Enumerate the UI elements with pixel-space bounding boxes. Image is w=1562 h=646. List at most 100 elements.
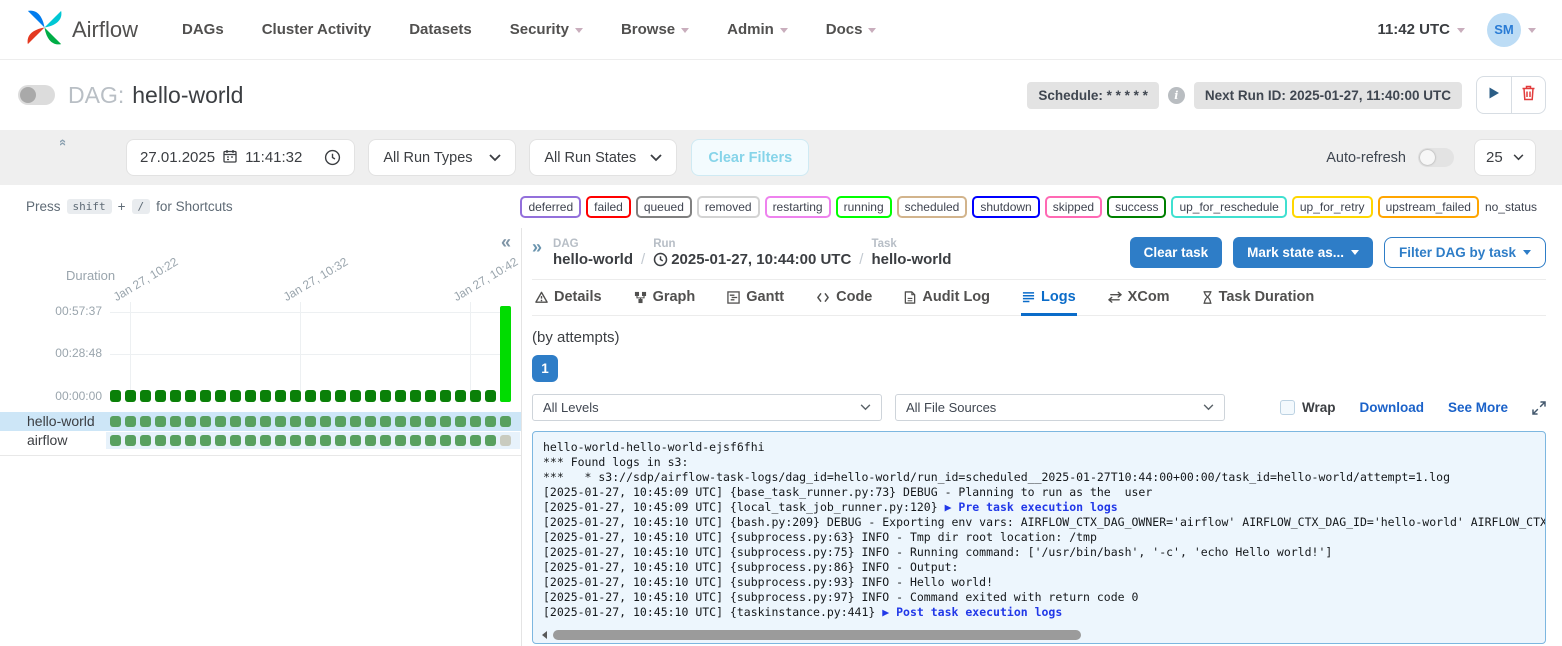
run-chip-success[interactable] (365, 390, 376, 402)
run-chip-success[interactable] (140, 390, 151, 402)
nav-item-dags[interactable]: DAGs (182, 21, 224, 38)
run-chip-success[interactable] (470, 390, 481, 402)
run-chip-success[interactable] (410, 390, 421, 402)
task-chip-success[interactable] (185, 416, 196, 427)
download-link[interactable]: Download (1359, 400, 1424, 415)
crumb-task[interactable]: Task hello-world (871, 238, 951, 268)
run-chip-success[interactable] (380, 390, 391, 402)
task-chip-success[interactable] (275, 416, 286, 427)
task-chip-success[interactable] (410, 435, 421, 446)
see-more-link[interactable]: See More (1448, 400, 1508, 415)
crumb-dag[interactable]: DAG hello-world (553, 238, 633, 268)
run-chip-success[interactable] (350, 390, 361, 402)
log-output[interactable]: hello-world-hello-world-ejsf6fhi*** Foun… (532, 431, 1546, 644)
clear-task-button[interactable]: Clear task (1130, 237, 1223, 268)
run-chip-success[interactable] (185, 390, 196, 402)
run-chip-success[interactable] (440, 390, 451, 402)
state-badge-running[interactable]: running (836, 196, 892, 218)
task-chip-success[interactable] (245, 435, 256, 446)
task-chip-success[interactable] (230, 416, 241, 427)
run-chip-success[interactable] (245, 390, 256, 402)
run-chip-success[interactable] (395, 390, 406, 402)
state-badge-scheduled[interactable]: scheduled (897, 196, 968, 218)
mark-state-button[interactable]: Mark state as... (1233, 237, 1373, 268)
tab-audit-log[interactable]: Audit Log (903, 280, 991, 316)
tab-code[interactable]: Code (815, 280, 873, 316)
fullscreen-icon[interactable] (1532, 401, 1546, 415)
task-chip-success[interactable] (350, 416, 361, 427)
auto-refresh-toggle[interactable] (1418, 148, 1454, 167)
scrollbar-thumb[interactable] (553, 630, 1081, 640)
run-states-select[interactable]: All Run States (529, 139, 677, 176)
task-chip-success[interactable] (380, 435, 391, 446)
state-badge-deferred[interactable]: deferred (520, 196, 581, 218)
page-size-select[interactable]: 25 (1474, 139, 1536, 176)
task-chip-success[interactable] (230, 435, 241, 446)
task-chip-success[interactable] (110, 435, 121, 446)
state-badge-restarting[interactable]: restarting (765, 196, 831, 218)
base-date-picker[interactable]: 27.01.2025 11:41:32 (126, 139, 355, 176)
info-icon[interactable]: i (1168, 87, 1185, 104)
task-chip-success[interactable] (245, 416, 256, 427)
tab-gantt[interactable]: Gantt (726, 280, 785, 316)
run-chip-success[interactable] (200, 390, 211, 402)
task-chip-success[interactable] (290, 435, 301, 446)
crumb-run[interactable]: Run 2025-01-27, 10:44:00 UTC (653, 238, 851, 268)
task-chip-success[interactable] (155, 416, 166, 427)
task-chip-success[interactable] (410, 416, 421, 427)
filter-dag-by-task-button[interactable]: Filter DAG by task (1384, 237, 1546, 268)
state-badge-upstream-failed[interactable]: upstream_failed (1378, 196, 1479, 218)
run-chip-success[interactable] (110, 390, 121, 402)
run-chip-success[interactable] (155, 390, 166, 402)
task-chip-success[interactable] (170, 435, 181, 446)
task-chip-success[interactable] (470, 416, 481, 427)
run-chip-success[interactable] (320, 390, 331, 402)
run-chip-success[interactable] (260, 390, 271, 402)
tab-logs[interactable]: Logs (1021, 280, 1077, 316)
task-chip-success[interactable] (140, 416, 151, 427)
run-chip-success[interactable] (275, 390, 286, 402)
collapse-filters-icon[interactable]: « (56, 139, 71, 146)
task-chip-success[interactable] (140, 435, 151, 446)
state-badge-failed[interactable]: failed (586, 196, 631, 218)
state-badge-up-for-reschedule[interactable]: up_for_reschedule (1171, 196, 1286, 218)
task-chip-success[interactable] (260, 435, 271, 446)
trigger-dag-button[interactable] (1477, 77, 1511, 113)
state-badge-removed[interactable]: removed (697, 196, 760, 218)
task-chip-success[interactable] (395, 435, 406, 446)
task-chip-success[interactable] (215, 435, 226, 446)
scroll-left-arrow[interactable] (538, 631, 547, 639)
state-badge-success[interactable]: success (1107, 196, 1166, 218)
running-duration-bar[interactable] (500, 306, 511, 402)
grid-row-hello-world[interactable]: hello-world (0, 412, 521, 431)
tab-task-duration[interactable]: Task Duration (1201, 280, 1316, 316)
tab-graph[interactable]: Graph (633, 280, 697, 316)
nav-item-security[interactable]: Security (510, 21, 583, 38)
task-chip-success[interactable] (320, 416, 331, 427)
task-chip-success[interactable] (365, 416, 376, 427)
nav-item-admin[interactable]: Admin (727, 21, 788, 38)
task-chip-no_status[interactable] (500, 435, 511, 446)
run-chip-success[interactable] (425, 390, 436, 402)
file-sources-select[interactable]: All File Sources (895, 394, 1225, 421)
clear-filters-button[interactable]: Clear Filters (691, 139, 809, 176)
task-chip-success[interactable] (440, 435, 451, 446)
grid-row-airflow[interactable]: airflow (0, 431, 521, 450)
task-chip-success[interactable] (455, 416, 466, 427)
task-chip-success[interactable] (335, 416, 346, 427)
run-chip-success[interactable] (125, 390, 136, 402)
task-chip-success[interactable] (125, 435, 136, 446)
task-chip-success[interactable] (260, 416, 271, 427)
log-group-link[interactable]: ▶ Post task execution logs (882, 605, 1062, 619)
run-chip-success[interactable] (290, 390, 301, 402)
log-levels-select[interactable]: All Levels (532, 394, 882, 421)
wrap-checkbox[interactable] (1280, 400, 1295, 415)
state-badge-queued[interactable]: queued (636, 196, 692, 218)
task-chip-success[interactable] (125, 416, 136, 427)
airflow-brand[interactable]: Airflow (26, 9, 138, 51)
task-chip-success[interactable] (305, 416, 316, 427)
task-chip-success[interactable] (305, 435, 316, 446)
nav-item-datasets[interactable]: Datasets (409, 21, 472, 38)
task-chip-success[interactable] (470, 435, 481, 446)
avatar[interactable]: SM (1487, 13, 1521, 47)
